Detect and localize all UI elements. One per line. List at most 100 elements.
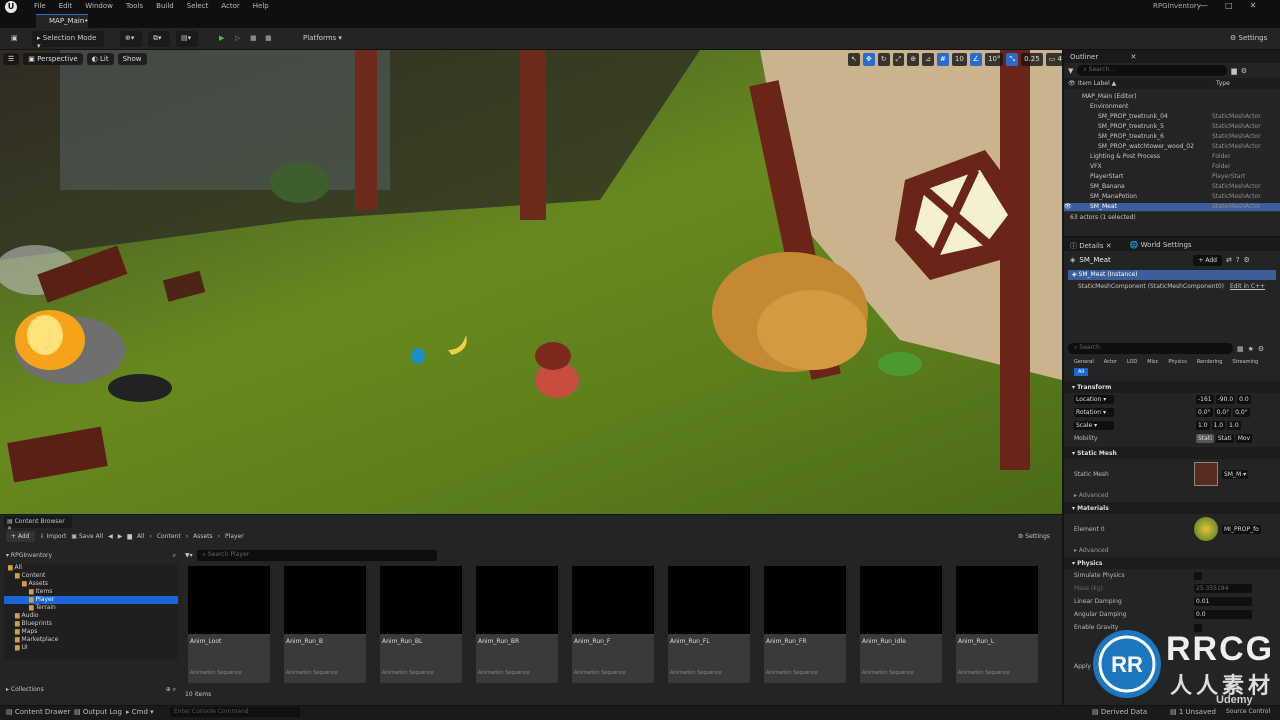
outliner-row[interactable]: SM_PROP_treetrunk_5 StaticMeshActor	[1064, 123, 1280, 133]
outliner-tab[interactable]: Outliner ✕	[1064, 50, 1280, 63]
blueprint-icon[interactable]: ⧉▾	[148, 31, 170, 47]
visibility-icon[interactable]	[1064, 103, 1074, 113]
advanced-toggle-mesh[interactable]: ▸ Advanced	[1064, 489, 1280, 502]
filter-all[interactable]: All	[1074, 368, 1089, 376]
world-settings-tab[interactable]: 🌐 World Settings	[1130, 241, 1192, 249]
scale-z[interactable]: 1.0	[1227, 421, 1241, 430]
scale-dropdown[interactable]: Scale ▾	[1074, 421, 1114, 430]
add-actor-icon[interactable]: ⊕▾	[120, 31, 142, 47]
stop-icon[interactable]: ■	[245, 31, 259, 47]
mobility-static[interactable]: Stati	[1196, 434, 1214, 443]
item-label-column[interactable]: Item Label ▲	[1078, 80, 1216, 89]
menu-item-edit[interactable]: Edit	[59, 2, 73, 10]
edit-cpp-link[interactable]: Edit in C++	[1230, 283, 1265, 290]
cinematics-icon[interactable]: ▤▾	[176, 31, 198, 47]
help-icon[interactable]: ?	[1236, 256, 1240, 264]
save-all-button[interactable]: ▣ Save All	[71, 533, 103, 540]
lit-button[interactable]: ◐ Lit	[86, 53, 114, 65]
perspective-button[interactable]: ▣ Perspective	[23, 53, 83, 65]
minimize-icon[interactable]: —	[1200, 1, 1208, 10]
filter-icon[interactable]: ▼	[1068, 67, 1073, 75]
outliner-row[interactable]: SM_ManaPotion StaticMeshActor	[1064, 193, 1280, 203]
rotation-dropdown[interactable]: Rotation ▾	[1074, 408, 1114, 417]
location-dropdown[interactable]: Location ▾	[1074, 395, 1114, 404]
level-viewport[interactable]	[0, 50, 1062, 514]
filter-physics[interactable]: Physics	[1168, 359, 1187, 365]
asset-tile[interactable]: Anim_Run_BL Animation Sequence	[380, 566, 462, 683]
visibility-icon[interactable]	[1064, 113, 1074, 123]
breadcrumb-assets[interactable]: Assets	[193, 533, 213, 540]
materials-section[interactable]: ▾ Materials	[1064, 502, 1280, 514]
breadcrumb-content[interactable]: Content	[157, 533, 181, 540]
location-x[interactable]: -161	[1196, 395, 1214, 404]
asset-filter-icon[interactable]: ▼▾	[185, 552, 193, 559]
blueprint-convert-icon[interactable]: ⇄	[1226, 256, 1232, 264]
console-input[interactable]: Enter Console Command	[170, 707, 300, 717]
outliner-row[interactable]: SM_PROP_treetrunk_6 StaticMeshActor	[1064, 133, 1280, 143]
scale-tool-icon[interactable]: ⤢	[892, 53, 905, 66]
material-thumbnail[interactable]	[1194, 517, 1218, 541]
outliner-row[interactable]: SM_Banana StaticMeshActor	[1064, 183, 1280, 193]
simulate-physics-checkbox[interactable]	[1194, 571, 1202, 580]
menu-item-file[interactable]: File	[34, 2, 46, 10]
mesh-picker[interactable]: SM_M ▾	[1222, 469, 1249, 479]
details-settings-icon[interactable]: ⚙	[1244, 256, 1250, 264]
asset-tile[interactable]: Anim_Loot Animation Sequence	[188, 566, 270, 683]
asset-tile[interactable]: Anim_Run_FR Animation Sequence	[764, 566, 846, 683]
maximize-icon[interactable]: □	[1225, 1, 1233, 10]
scale-x[interactable]: 1.0	[1196, 421, 1210, 430]
asset-tile[interactable]: Anim_Run_B Animation Sequence	[284, 566, 366, 683]
outliner-row[interactable]: VFX Folder	[1064, 163, 1280, 173]
table-view-icon[interactable]: ▦	[1237, 345, 1244, 353]
asset-tile[interactable]: Anim_Run_F Animation Sequence	[572, 566, 654, 683]
actor-name[interactable]: SM_Meat	[1079, 256, 1189, 264]
tab-map-main[interactable]: MAP_Main•	[36, 14, 88, 28]
visibility-icon[interactable]	[1064, 123, 1074, 133]
menu-item-help[interactable]: Help	[253, 2, 269, 10]
filter-rendering[interactable]: Rendering	[1197, 359, 1223, 365]
filter-actor[interactable]: Actor	[1104, 359, 1117, 365]
folder-player[interactable]: ▆ Player	[4, 596, 178, 604]
asset-tile[interactable]: Anim_Run_BR Animation Sequence	[476, 566, 558, 683]
folder-items[interactable]: ▆ Items	[4, 588, 178, 596]
output-log-button[interactable]: ▤ Output Log	[74, 708, 122, 716]
filter-misc[interactable]: Misc	[1147, 359, 1158, 365]
outliner-row[interactable]: 👁 SM_Meat StaticMeshActor	[1064, 203, 1280, 211]
instance-row[interactable]: ◈ SM_Meat (Instance)	[1068, 270, 1276, 280]
save-icon[interactable]: ▣	[6, 31, 22, 47]
menu-item-window[interactable]: Window	[85, 2, 113, 10]
scale-snap-value[interactable]: 0.25	[1021, 53, 1043, 66]
add-folder-icon[interactable]: ▆	[1231, 67, 1236, 75]
source-control-button[interactable]: Source Control	[1226, 708, 1270, 715]
breadcrumb-player[interactable]: Player	[225, 533, 244, 540]
folder-ui[interactable]: ▆ UI	[4, 644, 178, 652]
favorite-icon[interactable]: ★	[1248, 345, 1254, 353]
visibility-icon[interactable]: 👁	[1064, 203, 1074, 211]
show-button[interactable]: Show	[117, 53, 147, 65]
visibility-icon[interactable]	[1064, 143, 1074, 153]
settings-button[interactable]: ⚙ Settings	[1225, 31, 1275, 47]
rotation-y[interactable]: 0.0°	[1214, 408, 1232, 417]
translate-tool-icon[interactable]: ✥	[862, 53, 875, 66]
folder-assets[interactable]: ▆ Assets	[4, 580, 178, 588]
menu-item-select[interactable]: Select	[187, 2, 209, 10]
selection-mode-button[interactable]: ▸ Selection Mode ▾	[32, 31, 104, 50]
asset-search-input[interactable]: ⌕ Search Player	[196, 550, 437, 561]
rotation-x[interactable]: 0.0°	[1196, 408, 1213, 417]
filter-general[interactable]: General	[1074, 359, 1094, 365]
grid-snap-icon[interactable]: #	[936, 53, 949, 66]
location-y[interactable]: -90.0	[1215, 395, 1236, 404]
breadcrumb-all[interactable]: All	[137, 533, 144, 540]
outliner-settings-icon[interactable]: ⚙	[1241, 67, 1247, 75]
content-browser-tab[interactable]: ▤ Content Browser ✕	[4, 516, 72, 532]
advanced-toggle-material[interactable]: ▸ Advanced	[1064, 544, 1280, 557]
menu-item-build[interactable]: Build	[156, 2, 174, 10]
mass-field[interactable]: 25.355194	[1194, 584, 1252, 593]
visibility-icon[interactable]	[1064, 183, 1074, 193]
physics-section[interactable]: ▾ Physics	[1064, 557, 1280, 569]
play-options-icon[interactable]: ▷	[230, 31, 244, 47]
folder-terrain[interactable]: ▆ Terrain	[4, 604, 178, 612]
select-tool-icon[interactable]: ↖	[848, 53, 860, 66]
material-picker[interactable]: MI_PROP_fo	[1222, 524, 1261, 534]
collections-header[interactable]: ▸ Collections ⊕ ⌕	[6, 686, 176, 694]
